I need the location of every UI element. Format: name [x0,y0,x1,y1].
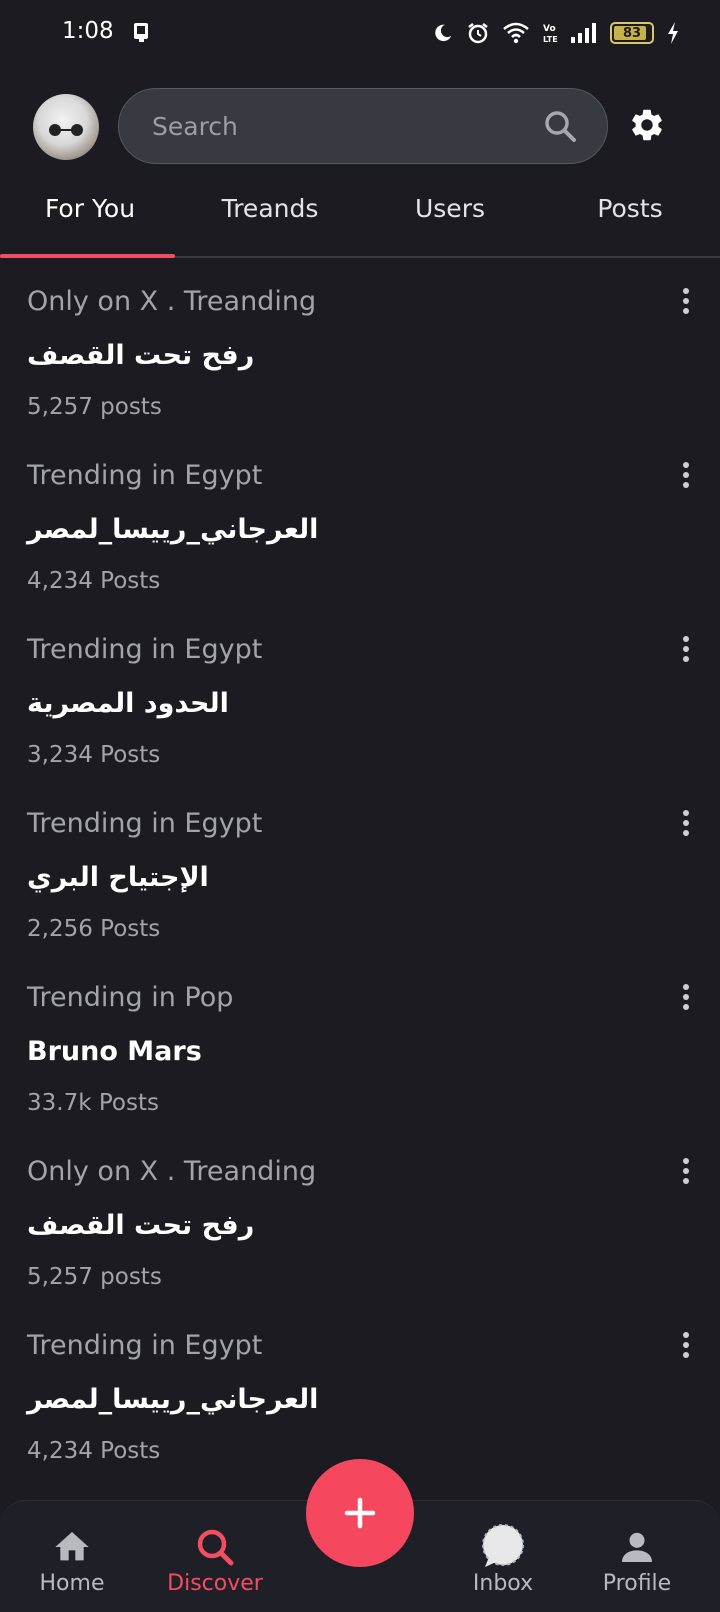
home-icon [55,1532,89,1561]
more-options-icon[interactable] [682,1332,690,1358]
nav-discover[interactable]: Discover [160,1501,270,1612]
search-icon [197,1529,234,1566]
more-options-icon[interactable] [682,636,690,662]
trend-context: Only on X . Treanding [27,1156,317,1187]
nav-profile-label: Profile [602,1571,672,1596]
status-time: 1:08 [62,18,114,44]
trend-context: Trending in Egypt [27,460,263,491]
nav-home[interactable]: Home [32,1501,112,1612]
battery-icon: 83 [610,22,654,44]
more-options-icon[interactable] [682,1158,690,1184]
trend-post-count: 5,257 posts [27,394,162,420]
trend-title: الإجتياح البري [27,862,209,893]
tab-for-you[interactable]: For You [0,186,180,258]
trend-item[interactable]: Only on X . Treanding رفح تحت القصف 5,25… [0,1140,720,1314]
nav-discover-label: Discover [167,1571,263,1596]
tab-trends[interactable]: Treands [180,186,360,256]
more-options-icon[interactable] [682,984,690,1010]
status-bar: 1:08 Vo LTE 83 [0,0,720,66]
trend-title: الحدود المصرية [27,688,229,719]
trend-post-count: 2,256 Posts [27,916,161,942]
trend-context: Trending in Egypt [27,1330,263,1361]
trend-context: Trending in Egypt [27,634,263,665]
svg-text:Vo: Vo [543,24,556,34]
trend-item[interactable]: Only on X . Treanding رفح تحت القصف 5,25… [0,270,720,444]
nav-inbox-label: Inbox [472,1571,534,1596]
avatar[interactable] [33,94,99,160]
nav-profile[interactable]: Profile [592,1501,682,1612]
trends-list: Only on X . Treanding رفح تحت القصف 5,25… [0,270,720,1488]
tab-bar: For You Treands Users Posts [0,186,720,258]
alarm-icon [468,23,488,44]
trend-context: Only on X . Treanding [27,286,317,317]
trend-item[interactable]: Trending in Egypt العرجاني_رييسا_لمصر 4,… [0,444,720,618]
settings-gear-icon[interactable] [628,106,666,144]
trend-item[interactable]: Trending in Egypt الإجتياح البري 2,256 P… [0,792,720,966]
trend-post-count: 3,234 Posts [27,742,161,768]
search-input[interactable] [152,111,543,141]
search-bar[interactable] [118,88,608,164]
nav-inbox[interactable]: Inbox [458,1501,548,1612]
tab-users[interactable]: Users [360,186,540,256]
trend-context: Trending in Egypt [27,808,263,839]
trend-post-count: 5,257 posts [27,1264,162,1290]
battery-level: 83 [622,25,642,41]
search-icon[interactable] [543,109,577,143]
chat-bubble-icon [482,1524,524,1567]
status-icons: Vo LTE 83 [432,18,680,48]
trend-title: رفح تحت القصف [27,340,255,371]
trend-title: Bruno Mars [27,1036,202,1067]
trend-post-count: 33.7k Posts [27,1090,159,1116]
trend-post-count: 4,234 Posts [27,568,161,594]
more-options-icon[interactable] [682,462,690,488]
signal-icon [571,23,596,43]
avatar-glasses-icon [49,124,83,136]
trend-context: Trending in Pop [27,982,234,1013]
trend-title: رفح تحت القصف [27,1210,255,1241]
tab-posts[interactable]: Posts [540,186,720,256]
device-icon [134,23,148,42]
moon-icon [435,24,452,42]
trend-item[interactable]: Trending in Egypt الحدود المصرية 3,234 P… [0,618,720,792]
trend-title: العرجاني_رييسا_لمصر [27,514,319,545]
create-post-button[interactable] [306,1459,414,1567]
more-options-icon[interactable] [682,288,690,314]
more-options-icon[interactable] [682,810,690,836]
wifi-icon [503,22,529,44]
charging-icon [668,22,678,44]
trend-post-count: 4,234 Posts [27,1438,161,1464]
person-icon [622,1532,652,1562]
trend-item[interactable]: Trending in Pop Bruno Mars 33.7k Posts [0,966,720,1140]
trend-title: العرجاني_رييسا_لمصر [27,1384,319,1415]
volte-icon: Vo LTE [543,24,558,44]
svg-text:LTE: LTE [543,35,558,44]
plus-icon [344,1497,376,1529]
nav-home-label: Home [39,1571,105,1596]
